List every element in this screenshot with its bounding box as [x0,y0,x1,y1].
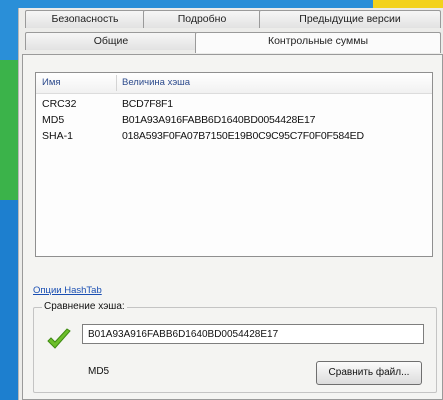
hash-value: B01A93A916FABB6D1640BD0054428E17 [122,114,316,126]
hash-list-header: Имя Величина хэша [36,73,432,94]
compare-file-button[interactable]: Сравнить файл... [316,361,422,385]
hash-list[interactable]: Имя Величина хэша CRC32 BCD7F8F1 MD5 B01… [35,72,433,257]
checksums-panel: Имя Величина хэша CRC32 BCD7F8F1 MD5 B01… [22,54,443,400]
hash-value: BCD7F8F1 [122,98,173,110]
tab-checksums[interactable]: Контрольные суммы [195,32,441,53]
hash-name: CRC32 [42,98,77,110]
tab-details[interactable]: Подробно [143,10,261,28]
hash-compare-group: Сравнение хэша: B01A93A916FABB6D1640BD00… [33,301,437,393]
hash-row-crc32[interactable]: CRC32 BCD7F8F1 [36,97,432,112]
hashtab-options-link[interactable]: Опции HashTab [33,285,102,296]
tab-previous-versions[interactable]: Предыдущие версии [259,10,441,28]
hash-compare-title: Сравнение хэша: [42,301,127,312]
algorithm-label: MD5 [88,366,110,377]
hash-value: 018A593F0FA07B7150E19B0C9C95C7F0F0F584ED [122,130,364,142]
column-header-hash[interactable]: Величина хэша [122,73,190,93]
column-header-name[interactable]: Имя [42,73,61,93]
hash-row-sha1[interactable]: SHA-1 018A593F0FA07B7150E19B0C9C95C7F0F0… [36,129,432,144]
tab-row-back: Безопасность Подробно Предыдущие версии [19,10,443,29]
hash-name: MD5 [42,114,65,126]
compare-hash-input[interactable]: B01A93A916FABB6D1640BD0054428E17 [82,324,424,344]
checkmark-icon [47,328,71,349]
column-separator[interactable] [116,75,117,91]
hash-name: SHA-1 [42,130,73,142]
tab-general[interactable]: Общие [25,32,197,50]
tab-security[interactable]: Безопасность [25,10,145,28]
tab-row-front: Общие Контрольные суммы [19,32,443,53]
hash-row-md5[interactable]: MD5 B01A93A916FABB6D1640BD0054428E17 [36,113,432,128]
properties-dialog: Безопасность Подробно Предыдущие версии … [18,8,443,400]
